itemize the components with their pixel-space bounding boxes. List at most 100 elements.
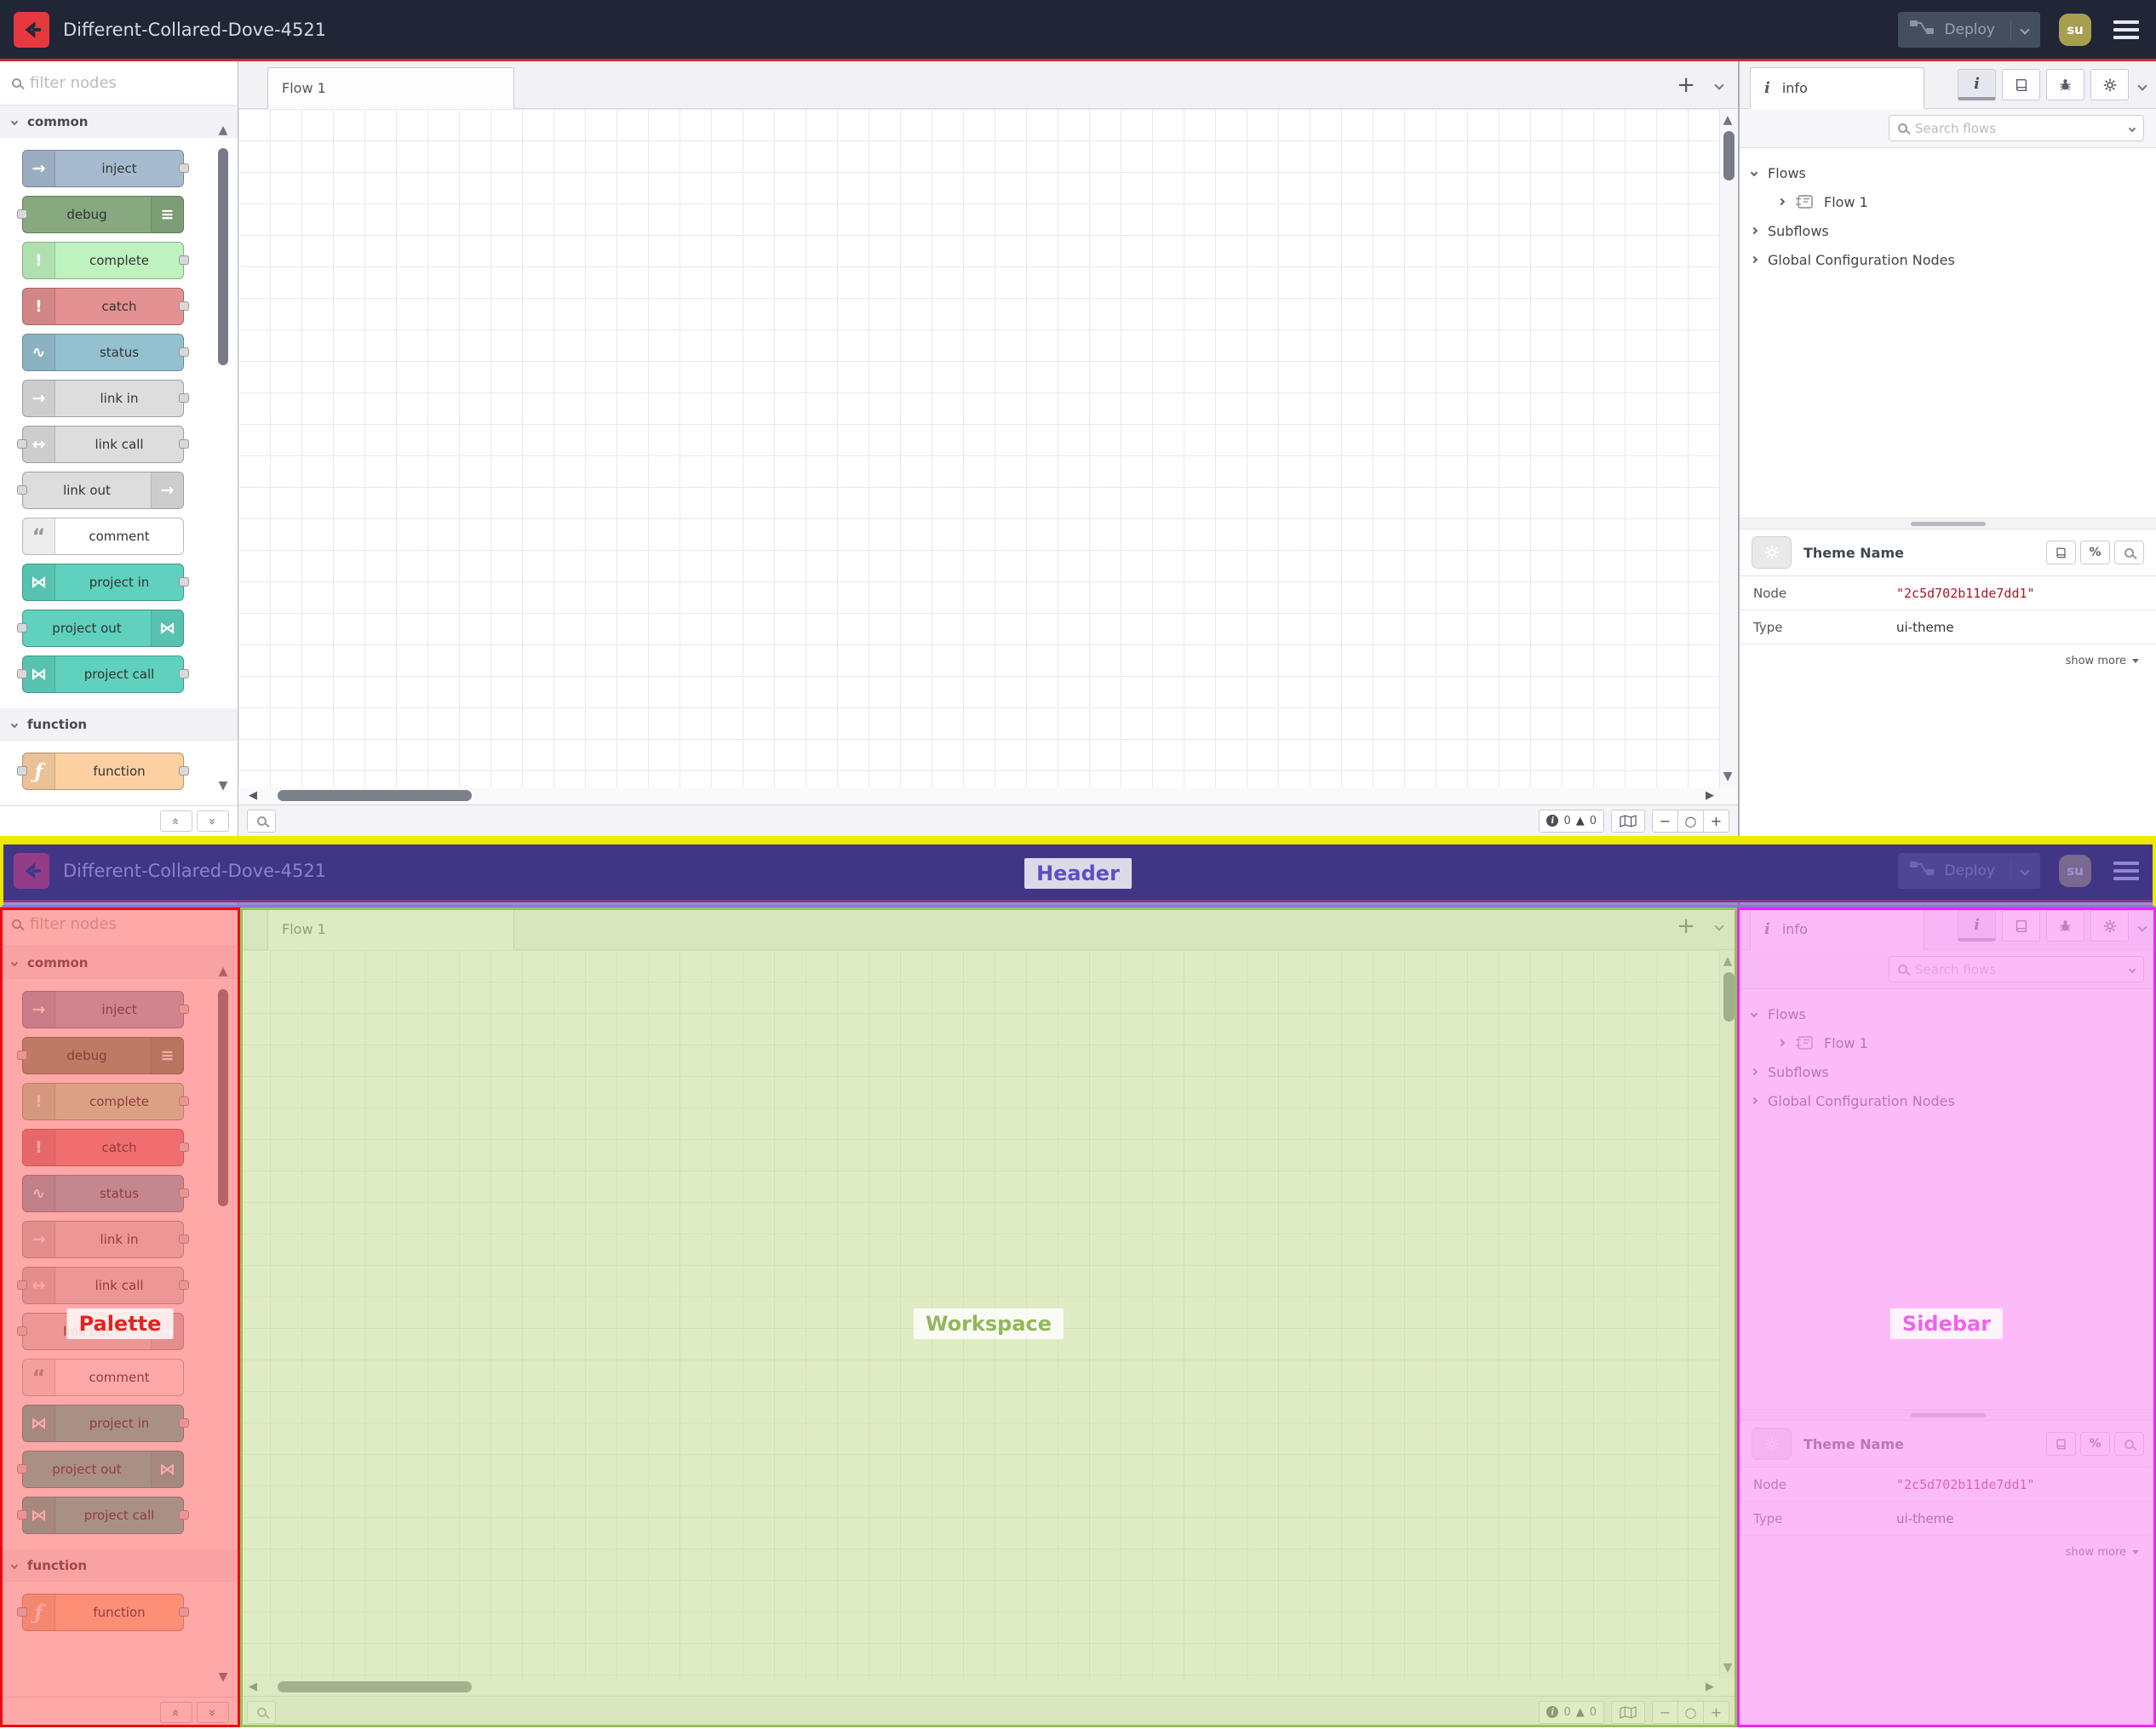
scroll-right-icon[interactable]: ▶ — [1706, 789, 1714, 802]
workspace-vertical-scrollbar[interactable]: ▲ ▼ — [1719, 109, 1738, 787]
zoom-in-button[interactable]: + — [1703, 1700, 1729, 1724]
node-red-logo-icon[interactable] — [14, 11, 49, 48]
palette-node-function[interactable]: ƒ function — [17, 753, 189, 790]
notification-counts[interactable]: i 0 ▲ 0 — [1539, 809, 1604, 833]
main-menu-button[interactable] — [2110, 17, 2142, 43]
sidebar-splitter[interactable] — [1740, 518, 2156, 530]
search-options-chevron-icon[interactable] — [2128, 965, 2136, 973]
zoom-reset-button[interactable]: ○ — [1677, 1700, 1704, 1724]
main-menu-button[interactable] — [2110, 858, 2142, 884]
node-help-button[interactable] — [2046, 541, 2076, 564]
node-red-logo-icon[interactable] — [14, 852, 49, 889]
search-options-chevron-icon[interactable] — [2128, 124, 2136, 132]
palette-node-comment[interactable]: “ comment — [22, 518, 184, 555]
scrollbar-thumb[interactable] — [1723, 131, 1735, 180]
tree-item-global-configuration-nodes[interactable]: Global Configuration Nodes — [1740, 245, 2156, 274]
find-node-button[interactable] — [2114, 541, 2144, 564]
sidebar-collapse-chevron-icon[interactable] — [2137, 81, 2147, 91]
palette-node-project-out[interactable]: ⋈ project out — [17, 610, 184, 647]
palette-category-common[interactable]: common — [0, 947, 238, 979]
workspace-search-button[interactable] — [247, 809, 276, 833]
tree-item-subflows[interactable]: Subflows — [1740, 216, 2156, 245]
config-node-button[interactable] — [1752, 1428, 1792, 1460]
scroll-left-icon[interactable]: ◀ — [249, 1680, 257, 1693]
expand-all-categories-button[interactable]: » — [197, 1702, 229, 1723]
tree-item-flow-1[interactable]: Flow 1 — [1740, 187, 2156, 216]
tree-item-flow-1[interactable]: Flow 1 — [1740, 1028, 2156, 1057]
filter-nodes-input[interactable] — [30, 915, 226, 933]
palette-node-link-call[interactable]: ↔ link call — [17, 1267, 189, 1304]
scroll-down-icon[interactable]: ▼ — [1720, 1662, 1735, 1674]
sidebar-splitter[interactable] — [1740, 1409, 2156, 1421]
info-tab-button[interactable]: i — [1958, 910, 1996, 942]
notification-counts[interactable]: i 0 ▲ 0 — [1539, 1700, 1604, 1724]
tab-info[interactable]: i info — [1750, 67, 1924, 109]
scroll-up-icon[interactable]: ▲ — [215, 965, 231, 977]
show-more-toggle[interactable]: show more — [1740, 1536, 2156, 1569]
palette-node-project-call[interactable]: ⋈ project call — [17, 656, 189, 693]
flow-list-chevron-icon[interactable] — [1714, 921, 1724, 931]
palette-node-complete[interactable]: ! complete — [22, 1083, 189, 1120]
palette-node-project-in[interactable]: ⋈ project in — [22, 564, 189, 601]
palette-node-debug[interactable]: ≡ debug — [17, 1037, 184, 1074]
scroll-down-icon[interactable]: ▼ — [215, 1671, 231, 1683]
palette-node-debug[interactable]: ≡ debug — [17, 196, 184, 233]
tab-info[interactable]: i info — [1750, 908, 1924, 950]
collapse-all-categories-button[interactable]: « — [160, 810, 192, 832]
palette-node-link-out[interactable]: → link out — [17, 472, 184, 509]
tree-item-flows[interactable]: Flows — [1740, 999, 2156, 1028]
palette-node-inject[interactable]: → inject — [22, 991, 189, 1028]
palette-node-comment[interactable]: “ comment — [22, 1359, 184, 1396]
tree-item-flows[interactable]: Flows — [1740, 158, 2156, 187]
expand-all-categories-button[interactable]: » — [197, 810, 229, 832]
search-flows-box[interactable] — [1889, 956, 2144, 982]
palette-node-inject[interactable]: → inject — [22, 150, 189, 187]
help-tab-button[interactable] — [2002, 69, 2040, 100]
palette-node-catch[interactable]: ! catch — [22, 1129, 189, 1166]
filter-nodes-input[interactable] — [30, 74, 226, 92]
copy-link-button[interactable]: % — [2080, 1432, 2110, 1456]
flow-list-chevron-icon[interactable] — [1714, 80, 1724, 90]
node-help-button[interactable] — [2046, 1432, 2076, 1456]
config-tab-button[interactable] — [2090, 910, 2129, 942]
minimap-toggle-button[interactable] — [1611, 1700, 1645, 1724]
palette-node-complete[interactable]: ! complete — [22, 242, 189, 279]
scroll-right-icon[interactable]: ▶ — [1706, 1680, 1714, 1693]
scrollbar-thumb[interactable] — [218, 989, 228, 1206]
palette-node-link-in[interactable]: → link in — [22, 380, 189, 417]
user-avatar[interactable]: su — [2059, 854, 2091, 887]
add-flow-button[interactable]: + — [1677, 915, 1695, 937]
collapse-all-categories-button[interactable]: « — [160, 1702, 192, 1723]
workspace-horizontal-scrollbar[interactable]: ◀ ▶ — [238, 787, 1738, 804]
zoom-out-button[interactable]: − — [1652, 1700, 1678, 1724]
palette-category-function[interactable]: function — [0, 708, 238, 741]
palette-node-link-out[interactable]: → link out — [17, 1313, 184, 1350]
add-flow-button[interactable]: + — [1677, 74, 1695, 96]
debug-tab-button[interactable] — [2046, 69, 2084, 100]
palette-node-link-in[interactable]: → link in — [22, 1221, 189, 1258]
palette-node-link-call[interactable]: ↔ link call — [17, 426, 189, 463]
palette-node-function[interactable]: ƒ function — [17, 1594, 189, 1631]
zoom-out-button[interactable]: − — [1652, 809, 1678, 833]
scroll-up-icon[interactable]: ▲ — [1720, 114, 1735, 126]
flow-canvas[interactable]: ▲ ▼ — [238, 950, 1738, 1679]
deploy-options-chevron-icon[interactable] — [2020, 865, 2030, 876]
sidebar-collapse-chevron-icon[interactable] — [2137, 922, 2147, 932]
palette-category-common[interactable]: common — [0, 106, 238, 138]
palette-category-function[interactable]: function — [0, 1549, 238, 1582]
workspace-vertical-scrollbar[interactable]: ▲ ▼ — [1719, 950, 1738, 1679]
scroll-left-icon[interactable]: ◀ — [249, 789, 257, 802]
scrollbar-thumb[interactable] — [1723, 972, 1735, 1022]
palette-node-project-call[interactable]: ⋈ project call — [17, 1497, 189, 1534]
scroll-up-icon[interactable]: ▲ — [215, 124, 231, 136]
palette-node-status[interactable]: ∿ status — [22, 334, 189, 371]
zoom-in-button[interactable]: + — [1703, 809, 1729, 833]
tab-flow-1[interactable]: Flow 1 — [267, 908, 514, 950]
scroll-up-icon[interactable]: ▲ — [1720, 955, 1735, 967]
search-flows-box[interactable] — [1889, 115, 2144, 141]
palette-node-status[interactable]: ∿ status — [22, 1175, 189, 1212]
palette-scrollbar[interactable]: ▲ ▼ — [215, 112, 231, 797]
palette-scrollbar[interactable]: ▲ ▼ — [215, 953, 231, 1688]
tree-item-subflows[interactable]: Subflows — [1740, 1057, 2156, 1086]
scrollbar-thumb[interactable] — [218, 148, 228, 365]
